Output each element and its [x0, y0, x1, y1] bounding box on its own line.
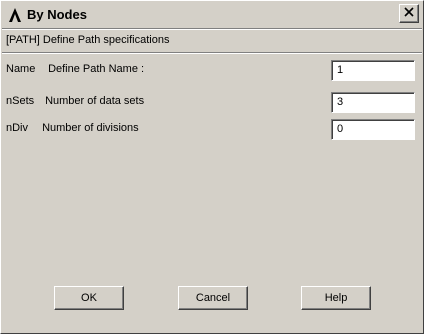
- data-sets-field[interactable]: 3: [331, 92, 415, 113]
- divisions-field[interactable]: 0: [331, 119, 415, 140]
- name-description: Define Path Name :: [48, 63, 145, 75]
- close-button[interactable]: [399, 4, 419, 23]
- ansys-logo-icon: [6, 6, 24, 24]
- window-title: By Nodes: [27, 7, 87, 22]
- ndiv-key: nDiv: [6, 122, 29, 134]
- nsets-description: Number of data sets: [45, 95, 145, 107]
- nsets-key: nSets: [6, 95, 35, 107]
- name-key: Name: [6, 63, 36, 75]
- ok-button[interactable]: OK: [54, 286, 124, 310]
- cancel-button[interactable]: Cancel: [178, 286, 248, 310]
- nsets-row-label: nSets Number of data sets: [6, 95, 144, 107]
- dialog-window: By Nodes [PATH] Define Path specificatio…: [0, 0, 424, 334]
- ndiv-description: Number of divisions: [42, 122, 139, 134]
- name-row-label: Name Define Path Name :: [6, 63, 144, 75]
- close-icon: [404, 7, 414, 20]
- help-button[interactable]: Help: [301, 286, 371, 310]
- path-name-field[interactable]: 1: [331, 60, 415, 81]
- header-separator: [2, 52, 422, 54]
- path-header: [PATH] Define Path specifications: [6, 34, 170, 46]
- title-separator: [2, 28, 422, 30]
- ndiv-row-label: nDiv Number of divisions: [6, 122, 139, 134]
- title-bar[interactable]: By Nodes: [3, 3, 421, 26]
